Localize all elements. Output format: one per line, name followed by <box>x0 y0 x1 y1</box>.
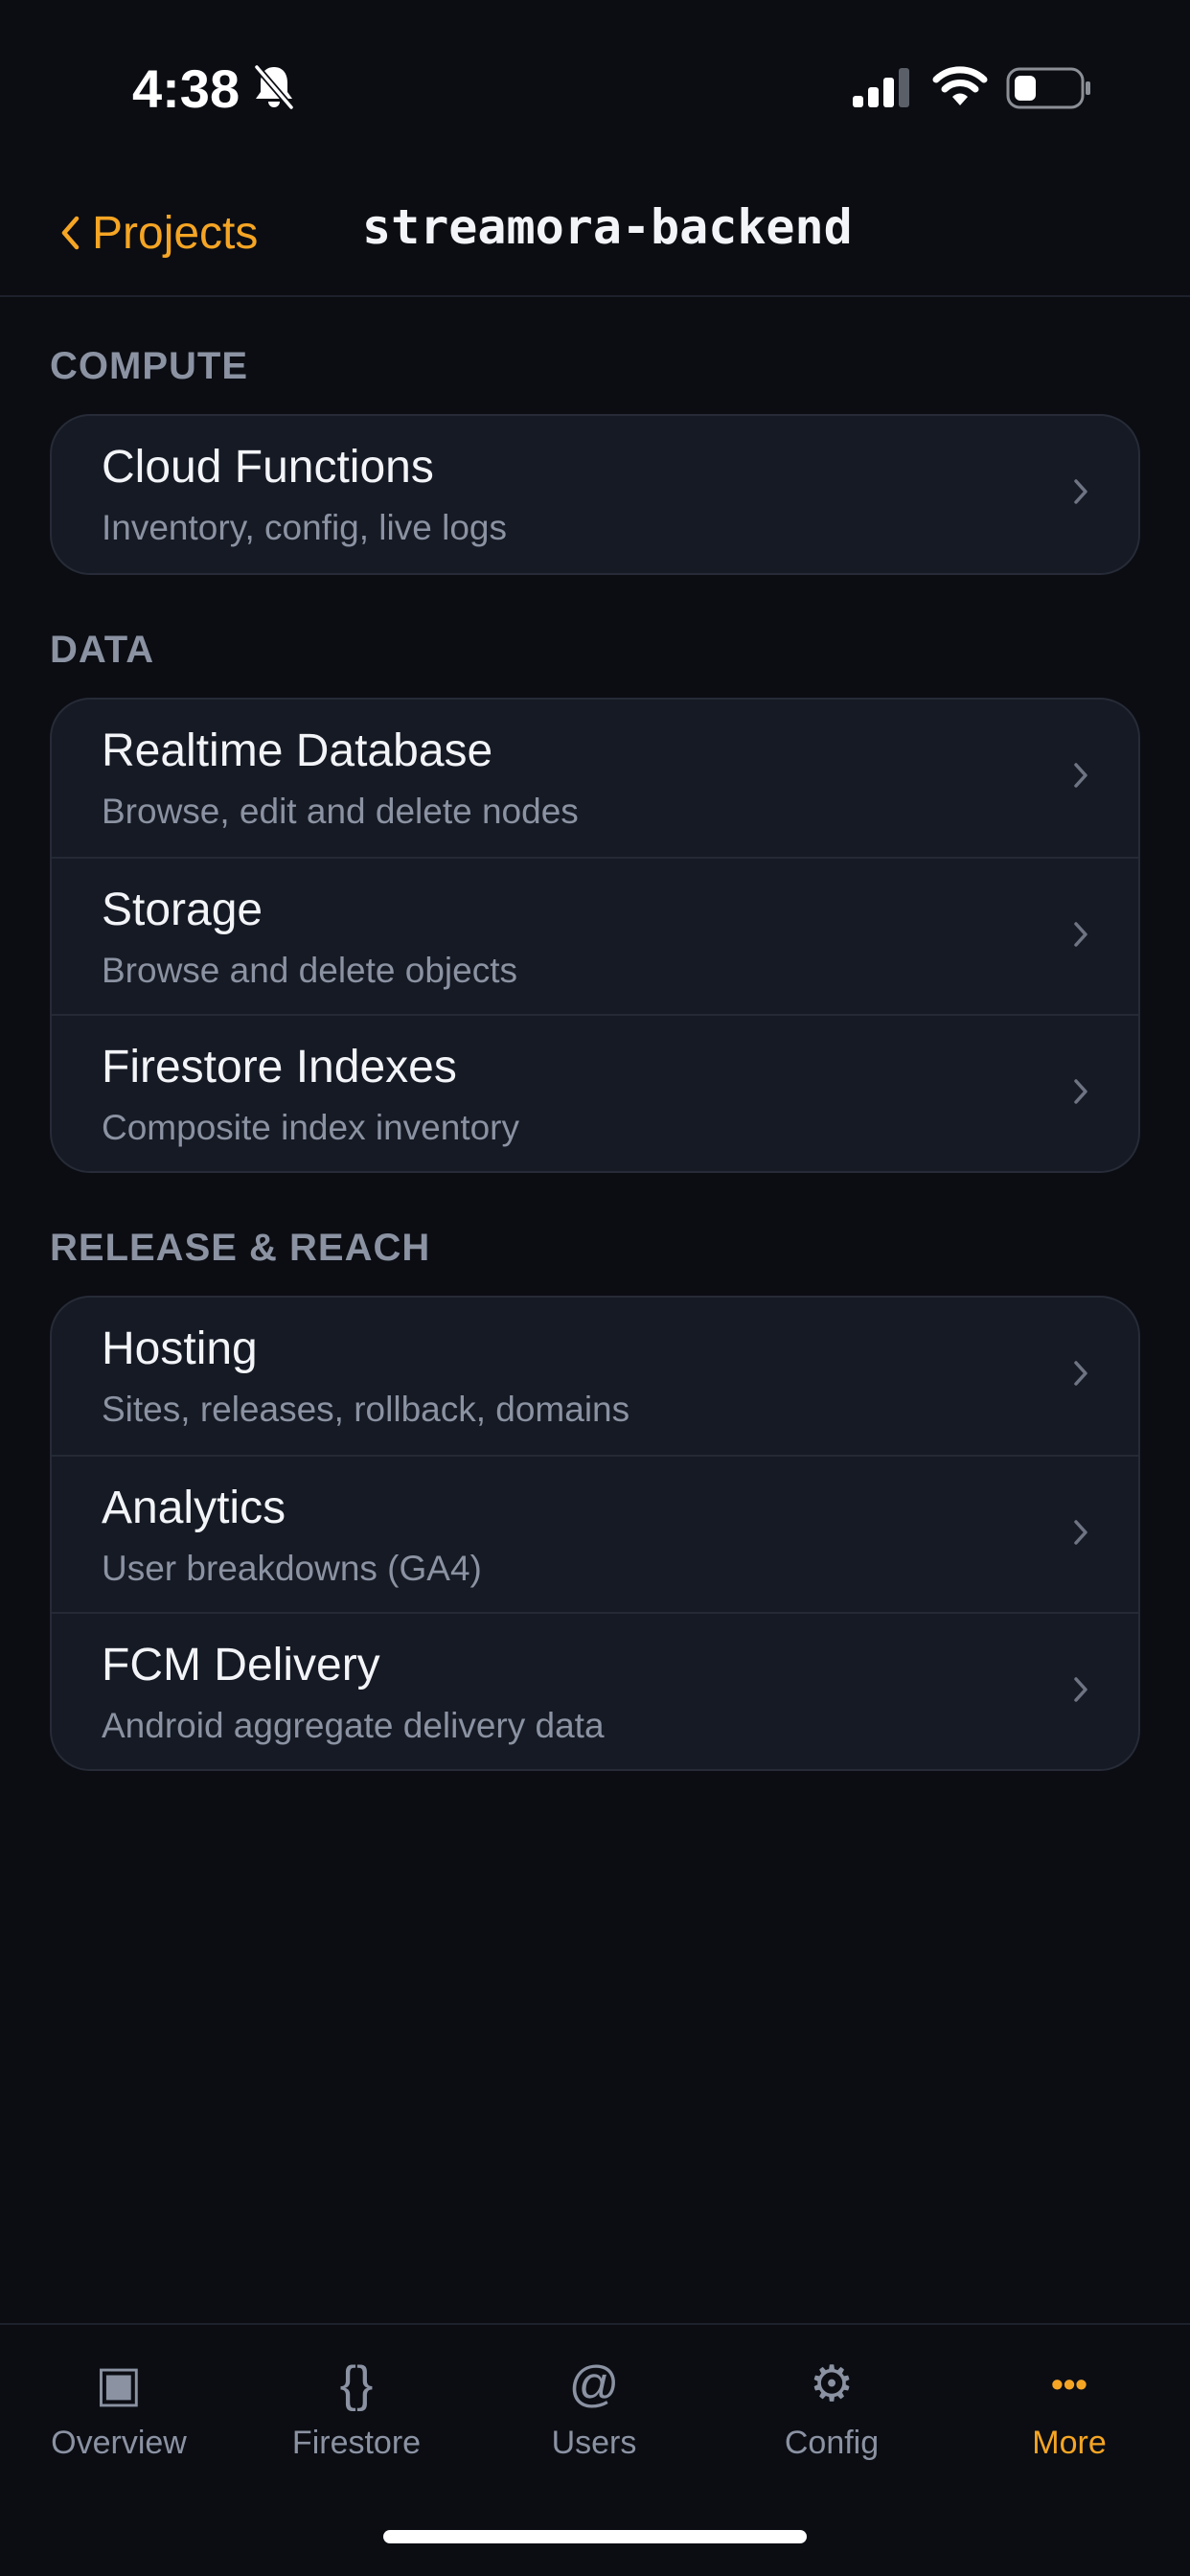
row-title: Cloud Functions <box>102 442 434 493</box>
section-header-data: DATA <box>50 629 155 671</box>
section-header-release-reach: RELEASE & REACH <box>50 1227 431 1269</box>
section-header-compute: COMPUTE <box>50 345 248 387</box>
page-title: streamora-backend <box>362 199 853 255</box>
wifi-icon <box>932 66 988 105</box>
tab-users[interactable]: @ Users <box>475 2325 713 2497</box>
chevron-right-icon <box>1074 1361 1087 1386</box>
row-title: Storage <box>102 885 263 935</box>
row-subtitle: Browse, edit and delete nodes <box>102 792 579 831</box>
row-subtitle: User breakdowns (GA4) <box>102 1549 482 1588</box>
menu-row-realtime-database[interactable]: Realtime Database Browse, edit and delet… <box>52 700 1138 857</box>
row-title: FCM Delivery <box>102 1640 380 1690</box>
row-subtitle: Inventory, config, live logs <box>102 508 507 547</box>
tab-label: Firestore <box>291 2425 422 2461</box>
tab-firestore[interactable]: {} Firestore <box>238 2325 475 2497</box>
tab-label: Config <box>784 2425 880 2461</box>
more-icon: ••• <box>1051 2364 1087 2404</box>
menu-row-fcm-delivery[interactable]: FCM Delivery Android aggregate delivery … <box>52 1612 1138 1769</box>
row-subtitle: Browse and delete objects <box>102 951 517 990</box>
tab-overview[interactable]: ▣ Overview <box>0 2325 238 2497</box>
braces-icon: {} <box>339 2357 374 2412</box>
battery-icon <box>1006 67 1090 109</box>
tab-label: Overview <box>51 2425 187 2461</box>
nav-bar: Projects streamora-backend <box>0 172 1190 297</box>
menu-row-hosting[interactable]: Hosting Sites, releases, rollback, domai… <box>52 1298 1138 1455</box>
menu-row-firestore-indexes[interactable]: Firestore Indexes Composite index invent… <box>52 1014 1138 1171</box>
row-subtitle: Composite index inventory <box>102 1108 519 1147</box>
row-subtitle: Sites, releases, rollback, domains <box>102 1390 630 1429</box>
tab-label: Users <box>551 2425 637 2461</box>
chevron-right-icon <box>1074 1677 1087 1702</box>
bell-slash-icon <box>253 63 295 111</box>
chevron-right-icon <box>1074 763 1087 788</box>
chevron-right-icon <box>1074 479 1087 504</box>
chevron-right-icon <box>1074 1079 1087 1104</box>
card-data: Realtime Database Browse, edit and delet… <box>50 698 1140 1173</box>
overview-icon: ▣ <box>95 2357 143 2412</box>
row-title: Hosting <box>102 1323 258 1374</box>
back-button[interactable]: Projects <box>59 201 258 264</box>
status-bar: 4:38 <box>0 0 1190 172</box>
screen: 4:38 Projects streamora-backend COMPUTE … <box>0 0 1190 2576</box>
status-time: 4:38 <box>132 58 240 119</box>
row-title: Realtime Database <box>102 725 493 776</box>
menu-row-storage[interactable]: Storage Browse and delete objects <box>52 857 1138 1014</box>
back-label: Projects <box>92 207 259 259</box>
tab-label: More <box>1032 2425 1107 2461</box>
tab-config[interactable]: ⚙ Config <box>713 2325 950 2497</box>
card-compute: Cloud Functions Inventory, config, live … <box>50 414 1140 575</box>
chevron-right-icon <box>1074 922 1087 947</box>
row-subtitle: Android aggregate delivery data <box>102 1706 605 1745</box>
signal-icon <box>853 68 909 107</box>
row-title: Analytics <box>102 1483 286 1533</box>
card-release-reach: Hosting Sites, releases, rollback, domai… <box>50 1296 1140 1771</box>
tab-more[interactable]: ••• More <box>950 2325 1188 2497</box>
home-indicator[interactable] <box>383 2530 807 2543</box>
menu-row-analytics[interactable]: Analytics User breakdowns (GA4) <box>52 1455 1138 1612</box>
row-title: Firestore Indexes <box>102 1042 457 1092</box>
gear-icon: ⚙ <box>809 2357 855 2412</box>
chevron-left-icon <box>61 216 80 250</box>
at-icon: @ <box>568 2357 620 2412</box>
menu-row-cloud-functions[interactable]: Cloud Functions Inventory, config, live … <box>52 416 1138 573</box>
chevron-right-icon <box>1074 1520 1087 1545</box>
